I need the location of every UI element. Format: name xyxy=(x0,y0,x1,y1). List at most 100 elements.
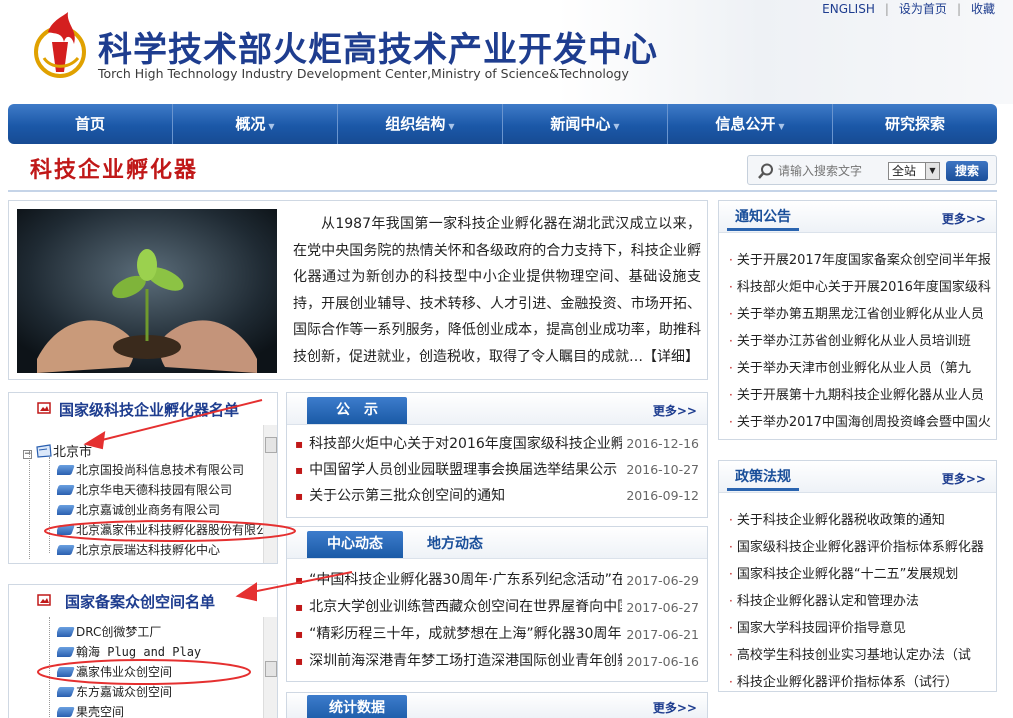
scroll-thumb[interactable] xyxy=(265,661,277,677)
nav-research[interactable]: 研究探索 xyxy=(833,104,997,144)
list-item[interactable]: · 国家大学科技园评价指导意见 xyxy=(719,615,996,642)
announce-header: 公 示 更多>> xyxy=(287,393,707,425)
list-item[interactable]: · 国家科技企业孵化器“十二五”发展规划 xyxy=(719,561,996,588)
chevron-down-icon: ▼ xyxy=(613,122,620,131)
collapse-icon[interactable]: − xyxy=(23,450,32,459)
main-nav: 首页 概况 ▼ 组织结构 ▼ 新闻中心 ▼ 信息公开 ▼ 研究探索 xyxy=(8,104,997,144)
incubator-list-panel: 国家级科技企业孵化器名单 − 北京市 北京国投尚科信息技术有限公司 北京华电天德科… xyxy=(8,392,278,564)
list-item[interactable]: · 关于举办2017中国海创周投资峰会暨中国火 xyxy=(719,409,996,436)
nav-disclosure[interactable]: 信息公开 ▼ xyxy=(668,104,833,144)
set-homepage-link[interactable]: 设为首页 xyxy=(899,2,947,16)
list-item[interactable]: · 关于举办天津市创业孵化从业人员（第九 xyxy=(719,355,996,382)
bullet-icon: · xyxy=(729,307,733,321)
node-icon xyxy=(57,687,75,697)
list-item[interactable]: · 高校学生科技创业实习基地认定办法（试 xyxy=(719,642,996,669)
incubator-item[interactable]: 北京京辰瑞达科技孵化中心 xyxy=(57,541,263,558)
node-icon xyxy=(57,707,75,717)
list-item[interactable]: · 国家级科技企业孵化器评价指标体系孵化器 xyxy=(719,534,996,561)
notice-more-link[interactable]: 更多>> xyxy=(942,210,986,227)
search-button[interactable]: 搜索 xyxy=(946,161,988,181)
list-item[interactable]: · 关于开展第十九期科技企业孵化器从业人员 xyxy=(719,382,996,409)
nav-overview[interactable]: 概况 ▼ xyxy=(173,104,338,144)
stats-more-link[interactable]: 更多>> xyxy=(653,699,697,716)
tab-local-news[interactable]: 地方动态 xyxy=(427,531,483,558)
title-divider xyxy=(8,190,997,192)
incubator-item[interactable]: 北京国投尚科信息技术有限公司 xyxy=(57,461,263,478)
tree-region-beijing[interactable]: − 北京市 xyxy=(23,441,92,460)
incubator-list-scrollbar[interactable] xyxy=(263,425,277,563)
node-icon xyxy=(57,485,75,495)
tab-announce[interactable]: 公 示 xyxy=(307,397,407,424)
english-link[interactable]: ENGLISH xyxy=(822,2,875,16)
maker-space-panel: 国家备案众创空间名单 DRC创微梦工厂 翰海 Plug and Play 瀛家伟… xyxy=(8,584,278,718)
announce-more-link[interactable]: 更多>> xyxy=(653,402,697,419)
maker-space-header: 国家备案众创空间名单 xyxy=(9,585,277,617)
list-item[interactable]: · 关于科技企业孵化器税收政策的通知 xyxy=(719,507,996,534)
incubator-list-title: 国家级科技企业孵化器名单 xyxy=(59,401,240,419)
nav-organization[interactable]: 组织结构 ▼ xyxy=(338,104,503,144)
chevron-down-icon: ▼ xyxy=(448,122,455,131)
nav-home[interactable]: 首页 xyxy=(8,104,173,144)
page-title: 科技企业孵化器 xyxy=(30,157,199,183)
list-item[interactable]: ▪ 中国留学人员创业园联盟理事会换届选举结果公示 2016-10-27 xyxy=(295,457,707,483)
bullet-icon: · xyxy=(729,361,733,375)
nav-news[interactable]: 新闻中心 ▼ xyxy=(503,104,668,144)
bullet-icon: · xyxy=(729,648,733,662)
chevron-down-icon: ▼ xyxy=(925,163,939,179)
maker-space-item[interactable]: 果壳空间 xyxy=(57,703,263,718)
maker-space-scrollbar[interactable] xyxy=(263,617,277,718)
list-item[interactable]: · 关于开展2017年度国家备案众创空间半年报 xyxy=(719,247,996,274)
node-icon xyxy=(57,525,75,535)
node-icon xyxy=(57,667,75,677)
list-item[interactable]: ▪ “精彩历程三十年，成就梦想在上海”孵化器30周年分 2017-06-21 xyxy=(295,621,707,648)
stats-panel: 统计数据 更多>> xyxy=(286,692,708,718)
list-item[interactable]: ▪ “中国科技企业孵化器30周年·广东系列纪念活动”在广州 2017-06-29 xyxy=(295,567,707,594)
image-icon xyxy=(37,594,51,606)
list-item[interactable]: ▪ 科技部火炬中心关于对2016年度国家级科技企业孵化器 2016-12-16 xyxy=(295,431,707,457)
news-panel: 中心动态 地方动态 ▪ “中国科技企业孵化器30周年·广东系列纪念活动”在广州 20… xyxy=(286,526,708,682)
intro-more-link[interactable]: 【详细】 xyxy=(643,349,699,365)
search-input[interactable] xyxy=(778,161,890,181)
list-item[interactable]: ▪ 北京大学创业训练营西藏众创空间在世界屋脊向中国 2017-06-27 xyxy=(295,594,707,621)
tree-connector xyxy=(29,451,30,559)
incubator-item[interactable]: 北京瀛家伟业科技孵化器股份有限公司 xyxy=(57,521,263,538)
stats-header: 统计数据 更多>> xyxy=(287,693,707,718)
bookmark-link[interactable]: 收藏 xyxy=(971,2,995,16)
announce-list: ▪ 科技部火炬中心关于对2016年度国家级科技企业孵化器 2016-12-16 ▪ 中… xyxy=(287,425,707,509)
maker-space-item[interactable]: DRC创微梦工厂 xyxy=(57,623,263,640)
list-item[interactable]: ▪ 关于公示第三批众创空间的通知 2016-09-12 xyxy=(295,483,707,509)
maker-space-item[interactable]: 翰海 Plug and Play xyxy=(57,643,263,660)
bullet-icon: ▪ xyxy=(295,463,304,477)
list-item[interactable]: · 科技部火炬中心关于开展2016年度国家级科 xyxy=(719,274,996,301)
policy-header: 政策法规 更多>> xyxy=(719,461,996,493)
node-icon xyxy=(57,647,75,657)
list-item[interactable]: · 关于举办第五期黑龙江省创业孵化从业人员 xyxy=(719,301,996,328)
list-item[interactable]: ▪ 深圳前海深港青年梦工场打造深港国际创业青年创新 2017-06-16 xyxy=(295,648,707,675)
tab-center-news[interactable]: 中心动态 xyxy=(307,531,403,558)
bullet-icon: · xyxy=(729,280,733,294)
chevron-down-icon: ▼ xyxy=(268,122,275,131)
announce-panel: 公 示 更多>> ▪ 科技部火炬中心关于对2016年度国家级科技企业孵化器 2016… xyxy=(286,392,708,518)
chevron-down-icon: ▼ xyxy=(778,122,785,131)
list-item[interactable]: · 科技企业孵化器认定和管理办法 xyxy=(719,588,996,615)
node-icon xyxy=(57,465,75,475)
bullet-icon: · xyxy=(729,675,733,689)
site-header: 科学技术部火炬高技术产业开发中心 Torch High Technology I… xyxy=(0,0,1013,104)
bullet-icon: ▪ xyxy=(295,489,304,503)
intro-text: 从1987年我国第一家科技企业孵化器在湖北武汉成立以来，在党中央国务院的热情关怀… xyxy=(293,216,701,365)
bullet-icon: · xyxy=(729,334,733,348)
list-item[interactable]: · 关于举办江苏省创业孵化从业人员培训班 xyxy=(719,328,996,355)
news-header: 中心动态 地方动态 xyxy=(287,527,707,559)
search-scope-select[interactable]: 全站 ▼ xyxy=(888,162,940,180)
maker-space-item[interactable]: 东方嘉诚众创空间 xyxy=(57,683,263,700)
tab-statistics[interactable]: 统计数据 xyxy=(307,695,407,718)
incubator-item[interactable]: 北京嘉诚创业商务有限公司 xyxy=(57,501,263,518)
news-list: ▪ “中国科技企业孵化器30周年·广东系列纪念活动”在广州 2017-06-29 ▪… xyxy=(287,559,707,675)
scroll-thumb[interactable] xyxy=(265,437,277,453)
list-item[interactable]: · 科技企业孵化器评价指标体系（试行） xyxy=(719,669,996,696)
incubator-item[interactable]: 北京华电天德科技园有限公司 xyxy=(57,481,263,498)
node-icon xyxy=(57,505,75,515)
maker-space-item[interactable]: 瀛家伟业众创空间 xyxy=(57,663,263,680)
policy-more-link[interactable]: 更多>> xyxy=(942,470,986,487)
notice-header: 通知公告 更多>> xyxy=(719,201,996,233)
